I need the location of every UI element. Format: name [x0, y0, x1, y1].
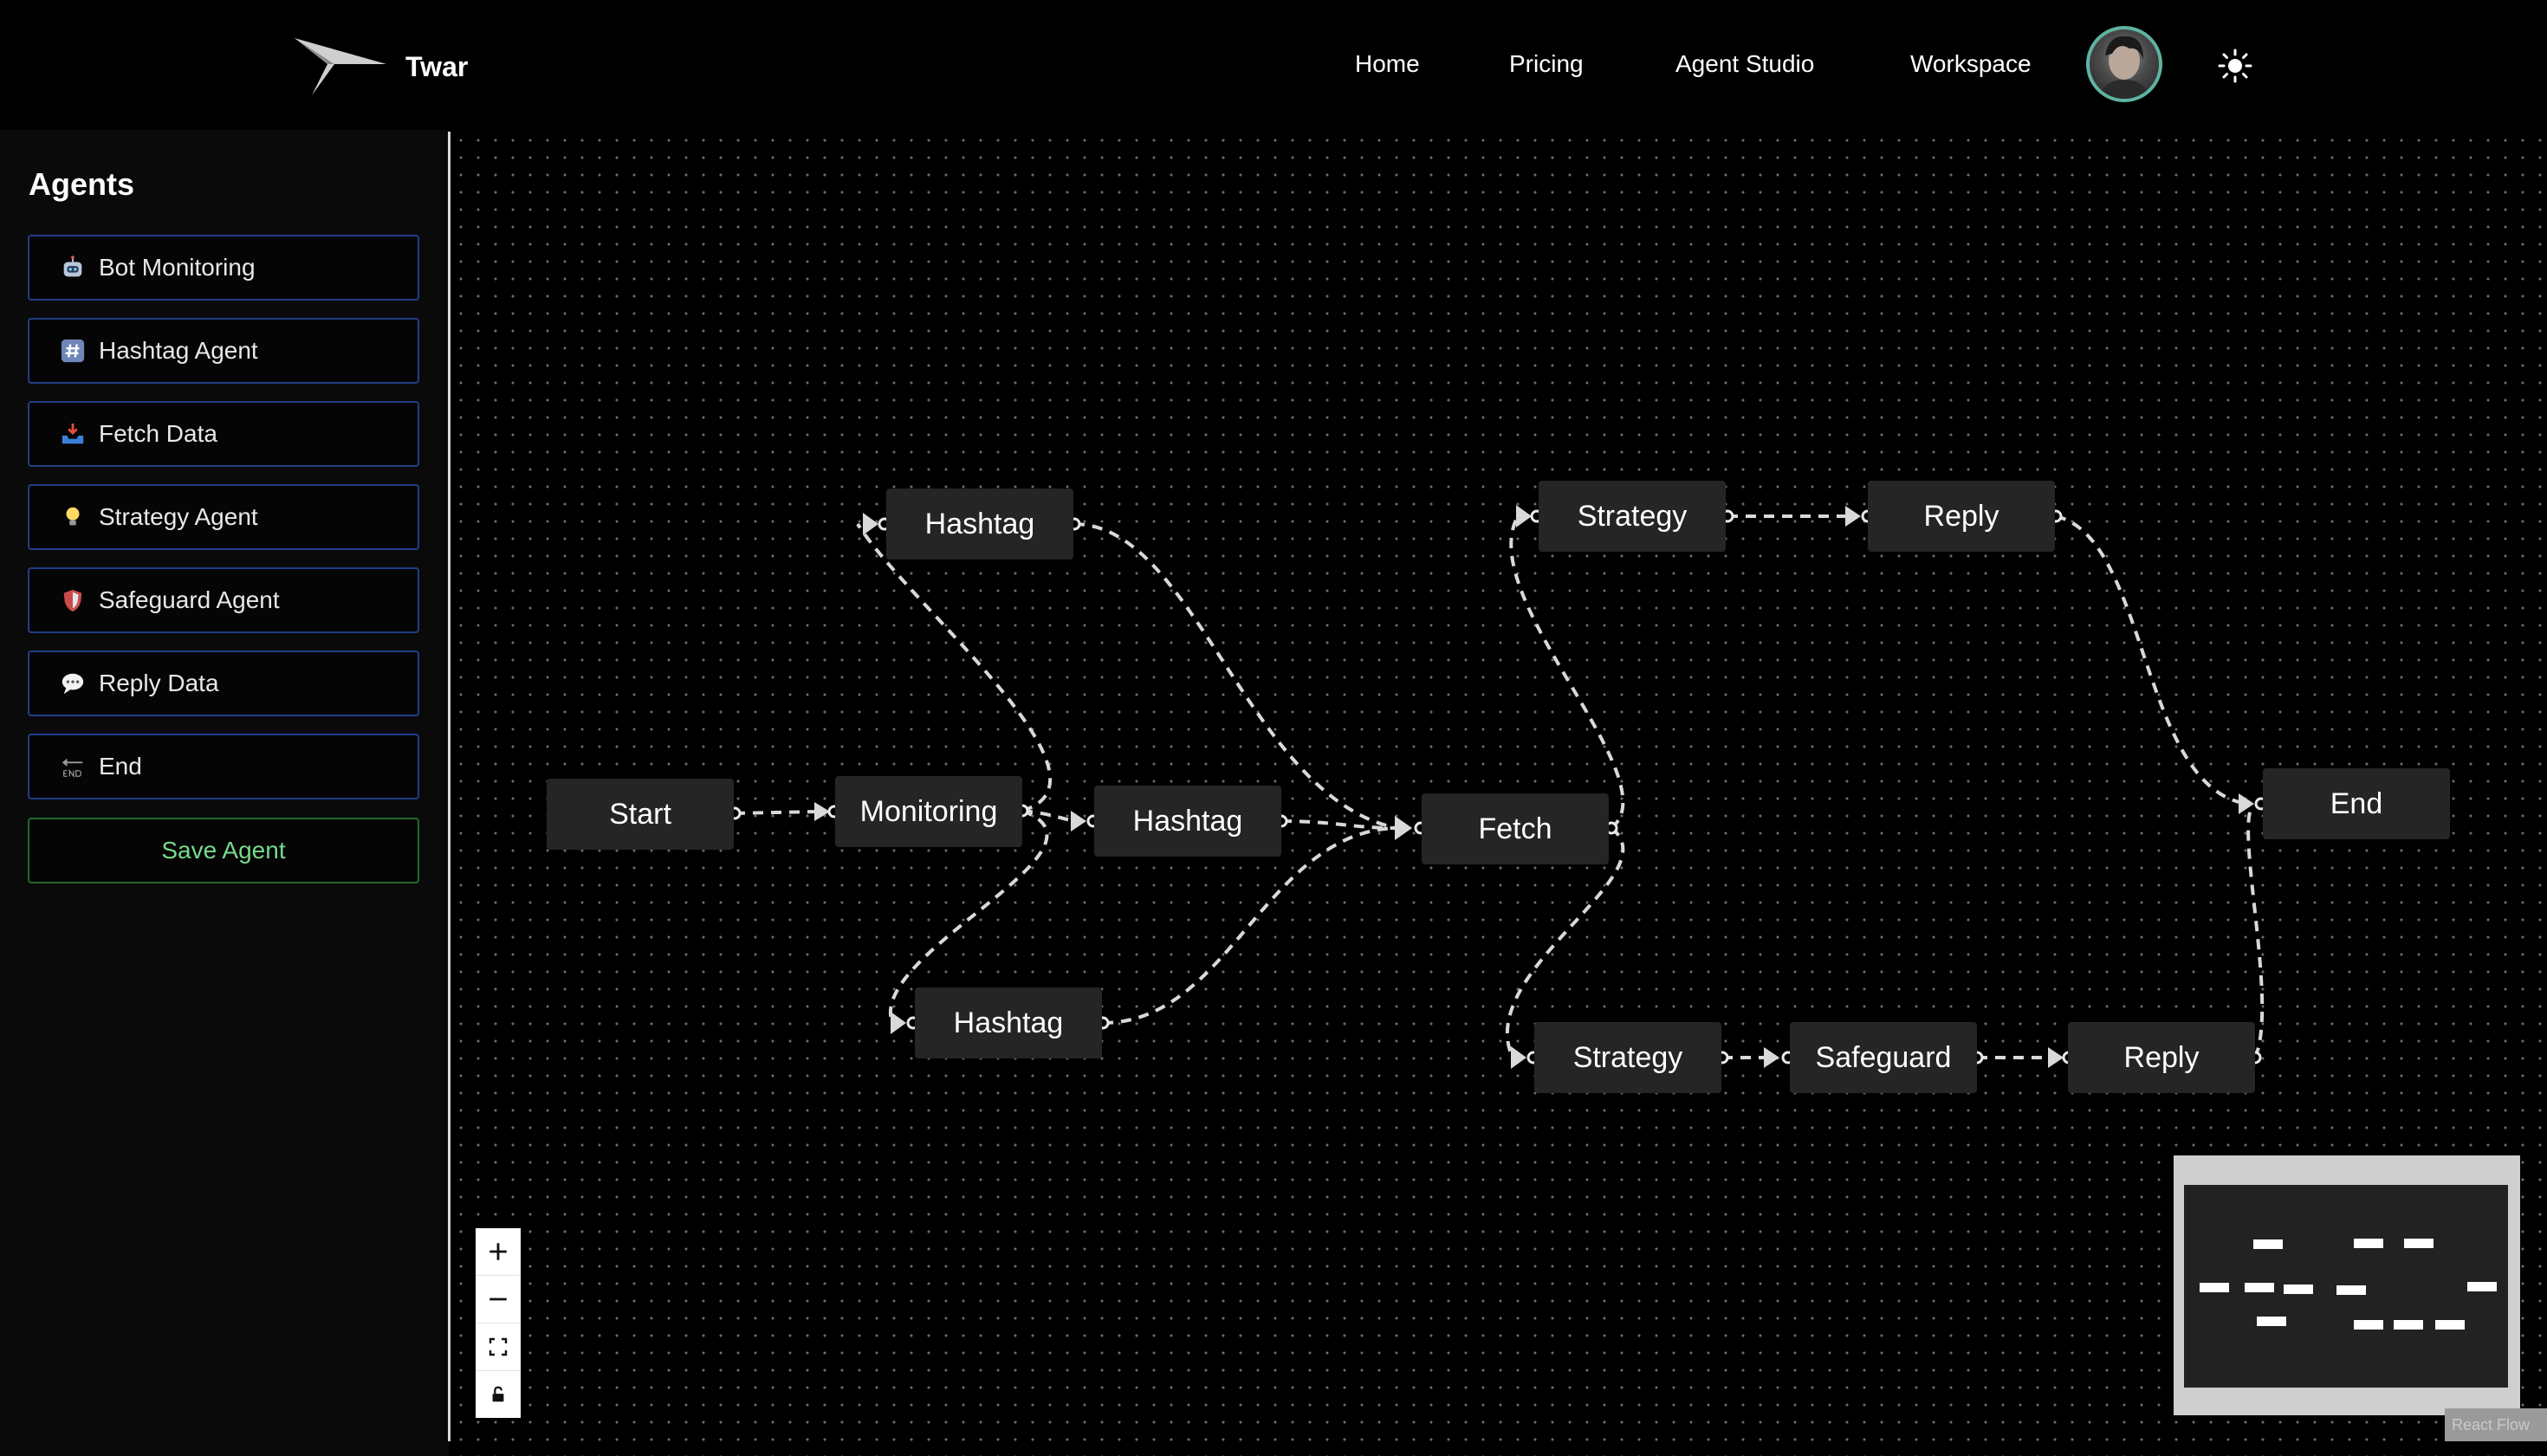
flow-controls — [476, 1228, 521, 1418]
agents-sidebar: Agents Bot Monitoring Hashtag Agent Fetc… — [0, 130, 449, 1456]
logo-icon — [295, 38, 386, 95]
zoom-in-icon — [489, 1243, 507, 1260]
agent-item-label: Strategy Agent — [99, 503, 258, 530]
node-hashtag-bottom[interactable]: Hashtag — [915, 987, 1102, 1058]
agent-item-safeguard-agent[interactable]: Safeguard Agent — [28, 567, 419, 633]
minimap-node — [2394, 1320, 2423, 1330]
node-fetch[interactable]: Fetch — [1422, 793, 1609, 864]
agent-item-strategy-agent[interactable]: Strategy Agent — [28, 484, 419, 550]
agent-item-label: Bot Monitoring — [99, 254, 256, 281]
minimap-node — [2467, 1282, 2497, 1291]
minimap-node — [2354, 1320, 2383, 1330]
agent-item-hashtag-agent[interactable]: Hashtag Agent — [28, 318, 419, 384]
node-strategy-bottom[interactable]: Strategy — [1534, 1022, 1721, 1093]
user-avatar[interactable] — [2086, 26, 2162, 102]
avatar-portrait-icon — [2098, 36, 2150, 99]
agent-item-label: Hashtag Agent — [99, 337, 258, 364]
agent-item-label: End — [99, 753, 142, 780]
zoom-out-button[interactable] — [476, 1276, 521, 1323]
node-monitoring[interactable]: Monitoring — [835, 776, 1022, 847]
end-arrow-icon — [59, 753, 87, 780]
save-agent-button[interactable]: Save Agent — [28, 818, 419, 883]
lock-icon — [492, 1386, 504, 1402]
nav-workspace[interactable]: Workspace — [1910, 50, 2032, 78]
minimap-node — [2253, 1239, 2283, 1249]
react-flow-attribution[interactable]: React Flow — [2445, 1408, 2547, 1441]
node-safeguard[interactable]: Safeguard — [1790, 1022, 1977, 1093]
node-hashtag-mid[interactable]: Hashtag — [1094, 786, 1281, 857]
minimap[interactable] — [2174, 1155, 2520, 1415]
zoom-in-button[interactable] — [476, 1228, 521, 1276]
node-strategy-top[interactable]: Strategy — [1539, 481, 1726, 552]
minimap-node — [2245, 1283, 2274, 1292]
minimap-node — [2257, 1317, 2286, 1326]
minimap-node — [2435, 1320, 2465, 1330]
hashtag-icon — [59, 337, 87, 365]
shield-icon — [59, 586, 87, 614]
robot-icon — [59, 254, 87, 281]
node-reply-top[interactable]: Reply — [1868, 481, 2055, 552]
minimap-node — [2284, 1285, 2313, 1294]
agent-item-fetch-data[interactable]: Fetch Data — [28, 401, 419, 467]
brand[interactable]: Twar — [295, 38, 468, 95]
nav-home[interactable]: Home — [1355, 50, 1420, 78]
nav-agent-studio[interactable]: Agent Studio — [1675, 50, 1814, 78]
lightbulb-icon — [59, 503, 87, 531]
nav-pricing[interactable]: Pricing — [1509, 50, 1584, 78]
agent-item-label: Fetch Data — [99, 420, 217, 447]
lock-button[interactable] — [476, 1371, 521, 1418]
minimap-viewport[interactable] — [2184, 1185, 2508, 1388]
agent-item-bot-monitoring[interactable]: Bot Monitoring — [28, 235, 419, 301]
agent-item-label: Reply Data — [99, 670, 219, 696]
node-end[interactable]: End — [2263, 768, 2450, 839]
minimap-node — [2336, 1285, 2366, 1295]
minimap-node — [2404, 1239, 2434, 1248]
sidebar-title: Agents — [29, 166, 135, 202]
top-navbar: Twar Home Pricing Agent Studio Workspace — [0, 0, 2547, 130]
agent-item-label: Safeguard Agent — [99, 586, 280, 613]
inbox-tray-icon — [59, 420, 87, 448]
agent-item-end[interactable]: End — [28, 734, 419, 799]
node-hashtag-top[interactable]: Hashtag — [886, 489, 1073, 560]
node-reply-bottom[interactable]: Reply — [2068, 1022, 2255, 1093]
fit-view-icon — [489, 1337, 508, 1356]
brand-name: Twar — [405, 50, 469, 82]
agent-item-reply-data[interactable]: Reply Data — [28, 650, 419, 716]
minimap-node — [2354, 1239, 2383, 1248]
speech-bubble-icon — [59, 670, 87, 697]
zoom-out-icon — [489, 1297, 507, 1301]
node-start[interactable]: Start — [547, 779, 734, 850]
minimap-node — [2200, 1283, 2229, 1292]
fit-view-button[interactable] — [476, 1323, 521, 1371]
theme-toggle-sun-icon[interactable] — [2218, 49, 2252, 83]
